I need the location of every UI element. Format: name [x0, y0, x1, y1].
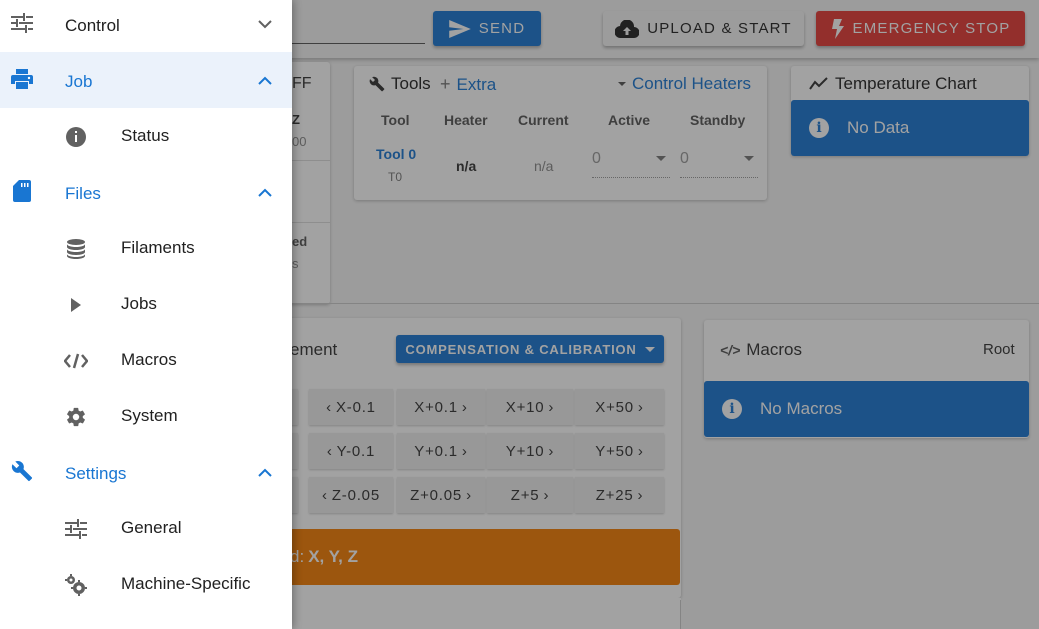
nav-item-jobs[interactable]: Jobs — [0, 276, 292, 332]
nav-item-filaments[interactable]: Filaments — [0, 220, 292, 276]
info-icon — [63, 124, 89, 150]
sd-card-icon — [9, 178, 35, 204]
wrench-icon — [9, 458, 35, 484]
nav-label-filaments: Filaments — [121, 238, 195, 257]
nav-group-files[interactable]: Files — [0, 164, 292, 220]
nav-label-general: General — [121, 518, 182, 537]
chevron-up-icon — [256, 464, 274, 480]
nav-item-system[interactable]: System — [0, 388, 292, 444]
nav-label-job: Job — [65, 72, 93, 91]
nav-label-settings: Settings — [65, 464, 127, 483]
navigation-drawer: Control Job Status Files Filaments Jobs … — [0, 0, 292, 629]
tune-icon — [9, 10, 35, 36]
nav-label-machine-specific: Machine-Specific — [121, 574, 251, 593]
nav-group-job[interactable]: Job — [0, 52, 292, 108]
nav-label-macros: Macros — [121, 350, 177, 369]
code-icon — [63, 348, 89, 374]
printer-icon — [9, 66, 35, 92]
nav-label-jobs: Jobs — [121, 294, 157, 313]
cogs-icon — [63, 572, 89, 598]
nav-group-settings[interactable]: Settings — [0, 444, 292, 500]
nav-item-status[interactable]: Status — [0, 108, 292, 164]
chevron-up-icon — [256, 72, 274, 88]
chevron-down-icon — [256, 16, 274, 32]
gear-icon — [63, 404, 89, 430]
nav-label-control: Control — [65, 16, 120, 35]
play-icon — [63, 292, 89, 318]
nav-label-system: System — [121, 406, 178, 425]
nav-item-general[interactable]: General — [0, 500, 292, 556]
chevron-up-icon — [256, 184, 274, 200]
nav-label-files: Files — [65, 184, 101, 203]
nav-item-macros[interactable]: Macros — [0, 332, 292, 388]
nav-label-status: Status — [121, 126, 170, 145]
nav-group-control[interactable]: Control — [0, 0, 292, 52]
database-icon — [63, 236, 89, 262]
tune-icon — [63, 516, 89, 542]
nav-item-machine-specific[interactable]: Machine-Specific — [0, 556, 292, 612]
